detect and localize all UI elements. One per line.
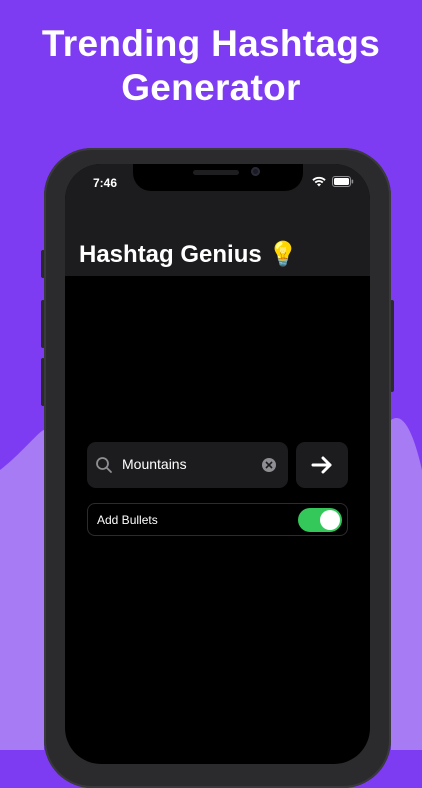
status-time: 7:46 xyxy=(93,176,118,190)
headline: Trending Hashtags Generator xyxy=(0,22,422,110)
clear-icon[interactable] xyxy=(262,458,276,472)
add-bullets-toggle[interactable] xyxy=(298,508,342,532)
speaker-grille xyxy=(193,170,239,175)
battery-icon xyxy=(332,176,354,187)
toggle-knob xyxy=(320,510,340,530)
search-input-value[interactable]: Mountains xyxy=(122,456,187,472)
phone-notch xyxy=(133,164,303,191)
headline-line-2: Generator xyxy=(121,67,301,108)
headline-line-1: Trending Hashtags xyxy=(41,23,381,64)
status-icons xyxy=(312,176,354,187)
add-bullets-row: Add Bullets xyxy=(87,503,348,536)
add-bullets-label: Add Bullets xyxy=(97,513,158,527)
search-icon xyxy=(96,457,112,473)
front-camera xyxy=(251,167,260,176)
generate-button[interactable] xyxy=(296,442,348,488)
wifi-icon xyxy=(312,176,326,187)
phone-screen: 7:46 Hashtag Genius 💡 Mountains Add Bull… xyxy=(65,164,370,764)
search-field[interactable]: Mountains xyxy=(87,442,288,488)
nav-title: Hashtag Genius 💡 xyxy=(79,241,299,268)
arrow-right-icon xyxy=(311,456,332,474)
